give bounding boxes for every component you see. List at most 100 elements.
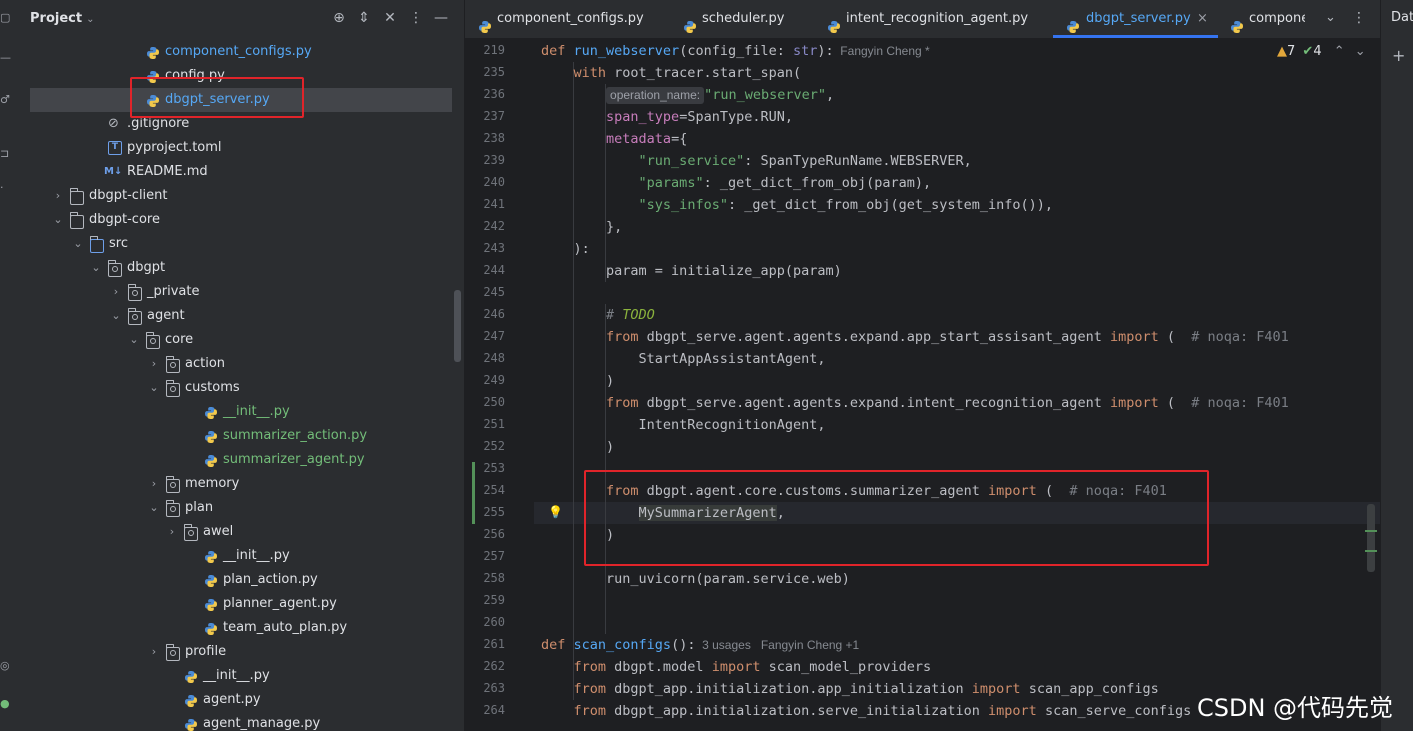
highlight-box-import	[584, 470, 1209, 566]
code-line: )	[541, 370, 614, 392]
project-scrollbar[interactable]	[454, 290, 461, 362]
inspection-widget[interactable]: ▲7 ✔4 ⌃ ⌄	[1277, 44, 1366, 59]
project-tool-icon[interactable]: ▢	[0, 12, 12, 24]
tree-item[interactable]: __init__.py	[18, 664, 458, 688]
intention-bulb-icon[interactable]: 💡	[548, 505, 563, 519]
tree-item[interactable]: ⌄ agent	[18, 304, 458, 328]
tree-item[interactable]: agent.py	[18, 688, 458, 712]
tab-label: component_configs.py	[497, 11, 644, 26]
python-console-icon[interactable]: ◎	[0, 660, 12, 672]
expand-all-icon[interactable]: ⇕	[355, 9, 373, 27]
line-number: 263	[483, 681, 505, 695]
tree-item-label: memory	[185, 476, 240, 491]
python-file-icon	[204, 429, 218, 443]
tree-item[interactable]: summarizer_action.py	[18, 424, 458, 448]
markdown-file-icon: M↓	[104, 166, 123, 177]
tabs-dropdown-icon[interactable]: ⌄	[1325, 10, 1336, 25]
code-token: dbgpt_serve.agent.agents.expand.intent_r…	[646, 395, 1110, 411]
code-token: # noqa: F401	[1191, 329, 1289, 345]
chevron-down-icon[interactable]: ⌄	[90, 256, 102, 280]
more-tools-icon[interactable]: ·	[0, 182, 12, 194]
chevron-down-icon[interactable]: ⌄	[148, 376, 160, 400]
package-icon	[184, 524, 198, 541]
tree-item[interactable]: ⌄ dbgpt-core	[18, 208, 458, 232]
tree-item[interactable]: M↓ README.md	[18, 160, 458, 184]
tree-item[interactable]: agent_manage.py	[18, 712, 458, 731]
tree-item[interactable]: ⌄ plan	[18, 496, 458, 520]
code-line: metadata={	[541, 128, 687, 150]
chevron-right-icon[interactable]: ›	[148, 640, 160, 664]
tab-dbgpt-server[interactable]: dbgpt_server.py ×	[1053, 0, 1218, 38]
tree-item[interactable]: ⌄ dbgpt	[18, 256, 458, 280]
tree-item[interactable]: › _private	[18, 280, 458, 304]
chevron-right-icon[interactable]: ›	[148, 352, 160, 376]
code-line: ):	[541, 238, 590, 260]
chevron-right-icon[interactable]: ›	[110, 280, 122, 304]
chevron-down-icon[interactable]: ⌄	[128, 328, 140, 352]
collapse-all-icon[interactable]: ✕	[381, 9, 399, 27]
tab-componer[interactable]: componer	[1230, 0, 1305, 38]
next-highlight-icon[interactable]: ⌄	[1355, 44, 1366, 59]
chevron-down-icon[interactable]: ⌄	[52, 208, 64, 232]
code-vision-hint[interactable]: Fangyin Cheng *	[834, 44, 929, 58]
tree-item-label: action	[185, 356, 226, 371]
line-number: 247	[483, 329, 505, 343]
tree-item[interactable]: › dbgpt-client	[18, 184, 458, 208]
chevron-right-icon[interactable]: ›	[166, 520, 178, 544]
code-token: )	[541, 373, 615, 389]
python-file-icon	[204, 621, 218, 635]
hide-panel-icon[interactable]: —	[432, 9, 450, 27]
project-view-selector[interactable]: Project ⌄	[30, 11, 94, 26]
chevron-down-icon[interactable]: ⌄	[148, 496, 160, 520]
tree-item[interactable]: __init__.py	[18, 544, 458, 568]
line-number: 245	[483, 285, 505, 299]
tabs-options-icon[interactable]: ⋮	[1352, 10, 1366, 26]
previous-highlight-icon[interactable]: ⌃	[1334, 44, 1345, 59]
tree-item[interactable]: planner_agent.py	[18, 592, 458, 616]
chevron-down-icon[interactable]: ⌄	[72, 232, 84, 256]
chevron-right-icon[interactable]: ›	[52, 184, 64, 208]
tree-item[interactable]: __init__.py	[18, 400, 458, 424]
run-tool-icon[interactable]: ●	[0, 698, 12, 710]
close-tab-icon[interactable]: ×	[1197, 0, 1208, 38]
tree-item[interactable]: Tpyproject.toml	[18, 136, 458, 160]
tree-item-label: README.md	[127, 164, 208, 179]
code-token: def	[541, 43, 574, 59]
tree-item[interactable]: component_configs.py	[18, 40, 458, 64]
code-line: },	[541, 216, 622, 238]
code-line: StartAppAssistantAgent,	[541, 348, 826, 370]
tree-item[interactable]: ⌄ core	[18, 328, 458, 352]
options-menu-icon[interactable]: ⋮	[407, 9, 425, 27]
code-token: ):	[541, 241, 590, 257]
tree-item[interactable]: ⌄ customs	[18, 376, 458, 400]
tree-item[interactable]: ⌄ src	[18, 232, 458, 256]
tree-item-label: profile	[185, 644, 227, 659]
pull-requests-icon[interactable]: ♂	[0, 94, 12, 106]
tree-item[interactable]: › memory	[18, 472, 458, 496]
line-number: 254	[483, 483, 505, 497]
tree-item[interactable]: plan_action.py	[18, 568, 458, 592]
chevron-right-icon[interactable]: ›	[148, 472, 160, 496]
tree-item[interactable]: › awel	[18, 520, 458, 544]
editor-scrollbar[interactable]	[1367, 504, 1375, 572]
code-vision-hint[interactable]: 3 usages Fangyin Cheng +1	[695, 638, 859, 652]
tree-item[interactable]: › profile	[18, 640, 458, 664]
tree-item[interactable]: summarizer_agent.py	[18, 448, 458, 472]
package-icon	[128, 284, 142, 301]
tree-item[interactable]: team_auto_plan.py	[18, 616, 458, 640]
add-icon[interactable]: +	[1392, 46, 1405, 65]
tree-item-label: __init__.py	[223, 548, 290, 563]
chevron-down-icon[interactable]: ⌄	[110, 304, 122, 328]
code-token: ={	[671, 131, 688, 147]
database-tool-label[interactable]: Dat	[1391, 10, 1413, 25]
commit-tool-icon[interactable]: —	[0, 52, 12, 64]
tab-label: intent_recognition_agent.py	[846, 11, 1029, 26]
code-token: : SpanTypeRunName.WEBSERVER,	[744, 153, 972, 169]
locate-target-icon[interactable]: ⊕	[330, 9, 348, 27]
structure-tool-icon[interactable]: ⊐	[0, 148, 12, 160]
weak-warning-icon: ✔	[1302, 44, 1314, 59]
line-number: 257	[483, 549, 505, 563]
tree-item[interactable]: › action	[18, 352, 458, 376]
